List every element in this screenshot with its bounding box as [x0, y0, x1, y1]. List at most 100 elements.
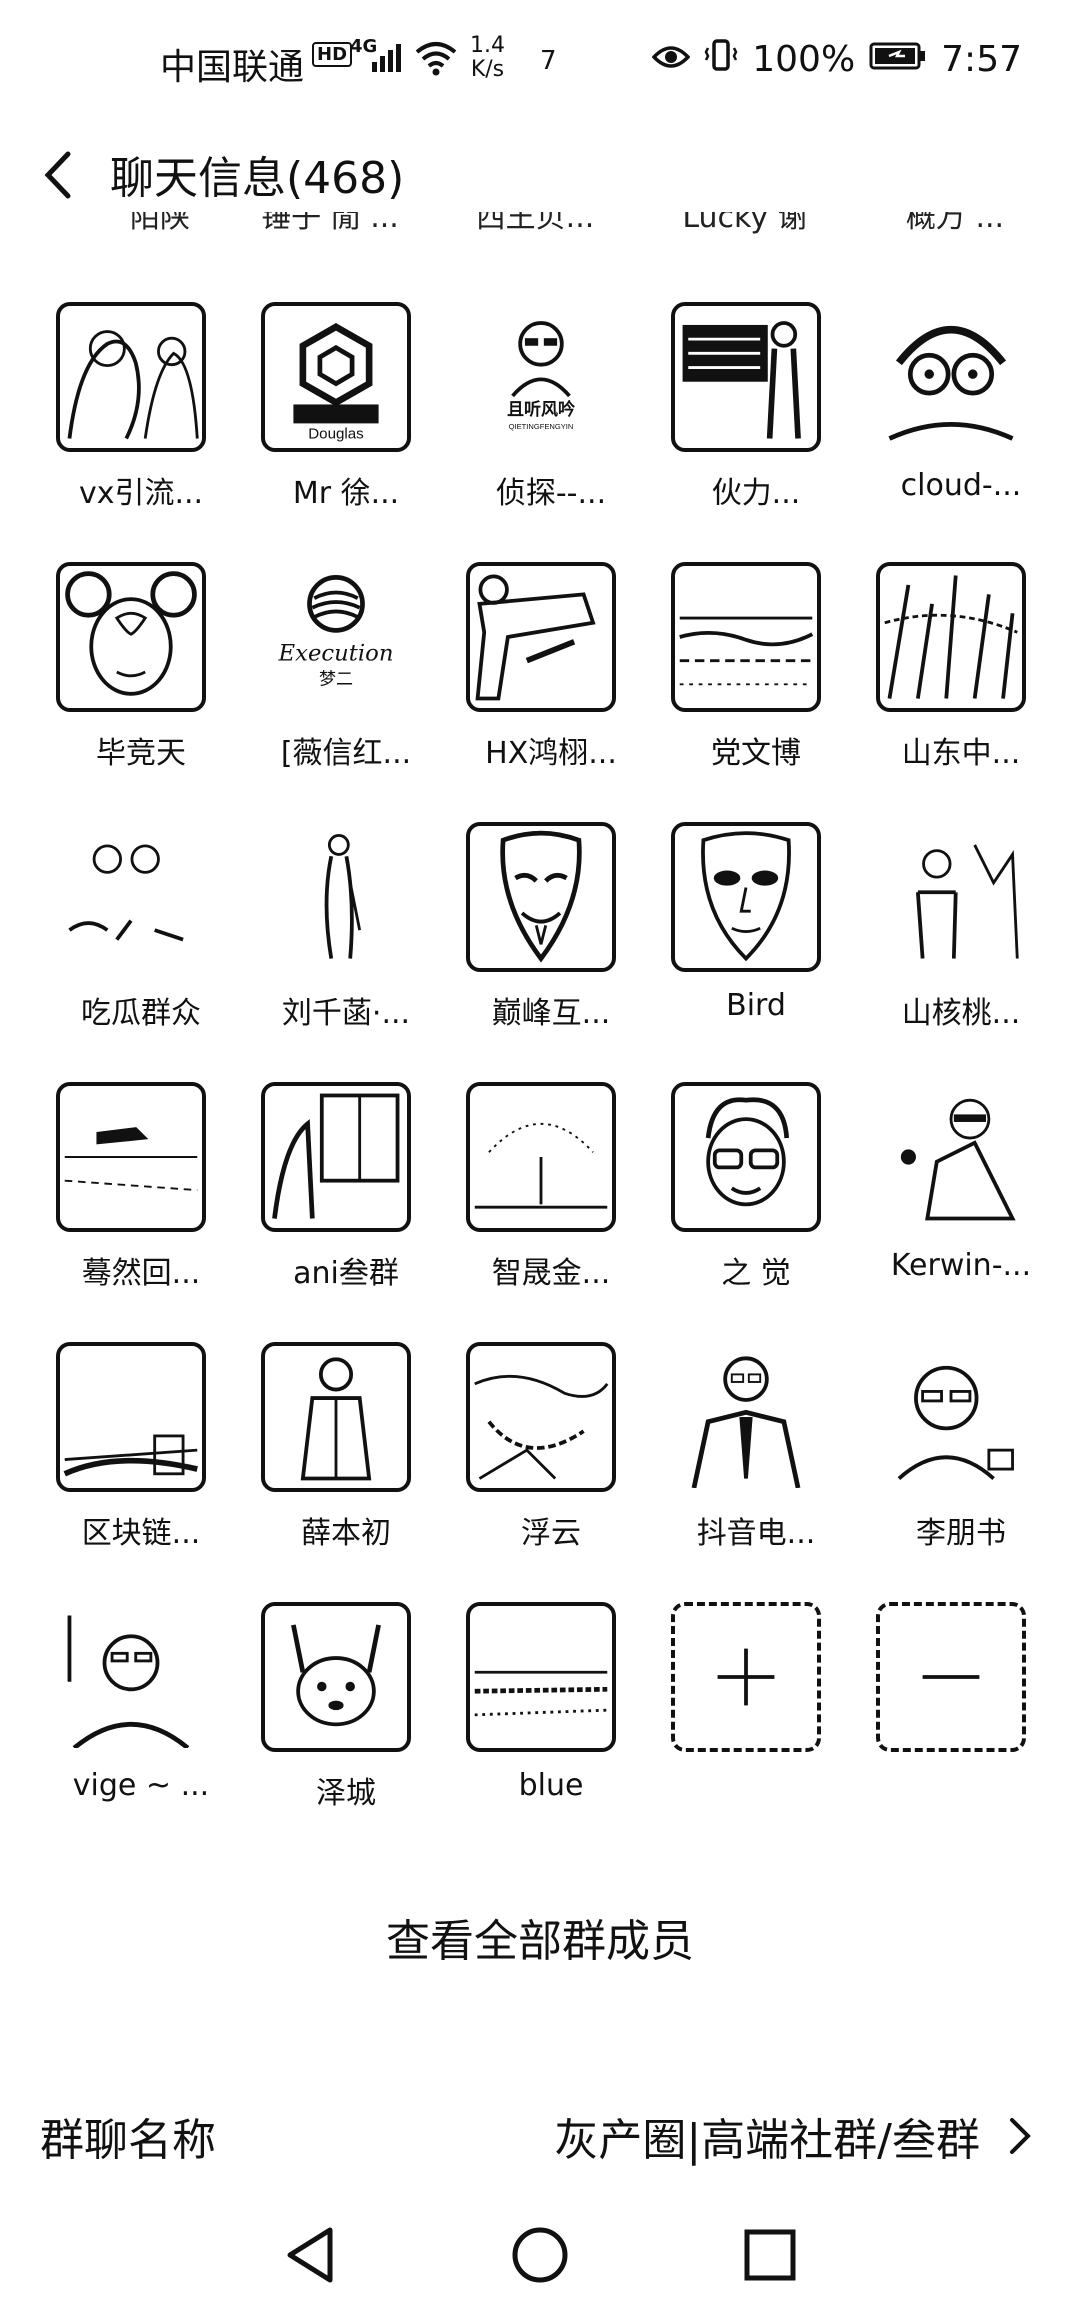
- member-name: 智晟金...: [491, 1256, 611, 1291]
- avatar-sub-text: QIETINGFENGYIN: [509, 422, 574, 431]
- group-name-value: 灰产圈|高端社群/叁群: [554, 2115, 980, 2166]
- member-name: 党文博: [711, 736, 801, 771]
- system-nav-bar: [0, 2200, 1080, 2310]
- member-name: 刘千菡·...: [281, 996, 411, 1031]
- woman-avatar[interactable]: [261, 822, 411, 972]
- member-name: 区块链...: [81, 1516, 201, 1551]
- member-cell[interactable]: 且听风吟 QIETINGFENGYIN 侦探--...: [450, 302, 620, 522]
- member-name: HX鸿栩...: [485, 736, 617, 771]
- member-name: 巅峰互...: [491, 996, 611, 1031]
- member-cell[interactable]: Bird: [655, 822, 825, 1042]
- member-cell[interactable]: 区块链...: [40, 1342, 210, 1562]
- cartoon-boy-avatar[interactable]: [671, 1082, 821, 1232]
- selfie-avatar[interactable]: [56, 1602, 206, 1752]
- avatar-sub-text: Douglas: [308, 426, 364, 443]
- member-name: 浮云: [521, 1516, 581, 1551]
- gun-avatar[interactable]: [466, 562, 616, 712]
- member-cell[interactable]: 吃瓜群众: [40, 822, 210, 1042]
- member-cell[interactable]: 伙力...: [655, 302, 825, 522]
- view-all-members-link[interactable]: 查看全部群成员: [0, 1905, 1080, 1969]
- home-circle-icon[interactable]: [505, 2220, 575, 2290]
- remove-member-icon[interactable]: [876, 1602, 1026, 1752]
- partial-row: 陌陕 锤子 閒 ... 西王贝... Lucky 谢 概万 ...: [0, 212, 1080, 252]
- member-cell[interactable]: 薛本初: [245, 1342, 415, 1562]
- member-name: 薛本初: [301, 1516, 391, 1551]
- member-cell[interactable]: 巅峰互...: [450, 822, 620, 1042]
- member-cell[interactable]: 浮云: [450, 1342, 620, 1562]
- partial-member-name[interactable]: Lucky 谢: [645, 212, 845, 236]
- back-triangle-icon[interactable]: [275, 2220, 345, 2290]
- avatar-sub-text: Execution: [278, 641, 394, 667]
- cartoon-man-avatar[interactable]: 且听风吟 QIETINGFENGYIN: [466, 302, 616, 452]
- member-name: 泽城: [316, 1776, 376, 1811]
- sunglasses-man-avatar[interactable]: [876, 1082, 1026, 1232]
- member-cell[interactable]: 毕竞天: [40, 562, 210, 782]
- sea-avatar[interactable]: [466, 1602, 616, 1752]
- face-mask-avatar[interactable]: [671, 822, 821, 972]
- member-cell[interactable]: cloud-...: [860, 302, 1030, 522]
- member-name: 侦探--...: [495, 476, 607, 511]
- partial-member-name[interactable]: 锤子 閒 ...: [230, 212, 430, 236]
- member-cell[interactable]: blue: [450, 1602, 620, 1822]
- child-avatar[interactable]: [56, 562, 206, 712]
- avatar-sub-text: 且听风吟: [507, 399, 575, 420]
- man-outdoor-avatar[interactable]: [876, 822, 1026, 972]
- member-cell[interactable]: 抖音电...: [655, 1342, 825, 1562]
- mask-avatar[interactable]: [466, 822, 616, 972]
- portrait-man-avatar[interactable]: [876, 1342, 1026, 1492]
- window-avatar[interactable]: [261, 1082, 411, 1232]
- member-cell[interactable]: 泽城: [245, 1602, 415, 1822]
- member-cell[interactable]: 刘千菡·...: [245, 822, 415, 1042]
- recents-square-icon[interactable]: [735, 2220, 805, 2290]
- member-grid: 陌陕 锤子 閒 ... 西王贝... Lucky 谢 概万 ... vx引流..…: [0, 0, 1080, 1850]
- tree-avatar[interactable]: [466, 1082, 616, 1232]
- member-cell[interactable]: 党文博: [655, 562, 825, 782]
- member-cell[interactable]: ani叁群: [245, 1082, 415, 1302]
- member-name: vige ~ ...: [72, 1768, 210, 1803]
- member-cell[interactable]: 山东中...: [860, 562, 1030, 782]
- member-name: blue: [518, 1768, 584, 1803]
- member-cell[interactable]: 智晟金...: [450, 1082, 620, 1302]
- member-cell[interactable]: Douglas Mr 徐...: [245, 302, 415, 522]
- room-avatar[interactable]: [56, 1342, 206, 1492]
- dog-avatar[interactable]: [261, 1602, 411, 1752]
- member-cell[interactable]: HX鸿栩...: [450, 562, 620, 782]
- add-member-button[interactable]: [655, 1602, 825, 1822]
- member-name: 蓦然回...: [81, 1256, 201, 1291]
- member-name: 山东中...: [901, 736, 1021, 771]
- member-name: 山核桃...: [901, 996, 1021, 1031]
- member-name: Bird: [726, 988, 786, 1023]
- member-cell[interactable]: 之 觉: [655, 1082, 825, 1302]
- member-name: Kerwin-...: [890, 1248, 1032, 1283]
- member-cell[interactable]: 蓦然回...: [40, 1082, 210, 1302]
- landscape-avatar[interactable]: [671, 562, 821, 712]
- car-photo-avatar[interactable]: [56, 1082, 206, 1232]
- couple-photo-avatar[interactable]: [56, 822, 206, 972]
- partial-member-name[interactable]: 西王贝...: [435, 212, 635, 236]
- member-cell[interactable]: 山核桃...: [860, 822, 1030, 1042]
- photo-people-avatar[interactable]: [56, 302, 206, 452]
- cloud-sky-avatar[interactable]: [466, 1342, 616, 1492]
- forest-avatar[interactable]: [876, 562, 1026, 712]
- partial-member-name[interactable]: 概万 ...: [855, 212, 1055, 236]
- member-cell[interactable]: Kerwin-...: [860, 1082, 1031, 1302]
- member-cell[interactable]: vx引流...: [40, 302, 210, 522]
- douglas-logo-avatar[interactable]: Douglas: [261, 302, 411, 452]
- group-name-label: 群聊名称: [40, 2115, 216, 2166]
- remove-member-button[interactable]: [860, 1602, 1030, 1822]
- execution-logo-avatar[interactable]: Execution 梦二: [261, 562, 411, 712]
- glasses-cartoon-avatar[interactable]: [876, 302, 1026, 452]
- member-name: 伙力...: [711, 476, 801, 511]
- member-name: Mr 徐...: [292, 476, 400, 511]
- standing-man-avatar[interactable]: [261, 1342, 411, 1492]
- suit-man-avatar[interactable]: [671, 1342, 821, 1492]
- avatar-sub-text: 梦二: [319, 669, 353, 689]
- group-name-row[interactable]: 群聊名称 灰产圈|高端社群/叁群: [0, 2090, 1080, 2180]
- member-cell[interactable]: 李朋书: [860, 1342, 1030, 1562]
- classroom-avatar[interactable]: [671, 302, 821, 452]
- member-cell[interactable]: Execution 梦二 [薇信红...: [245, 562, 415, 782]
- add-member-icon[interactable]: [671, 1602, 821, 1752]
- member-cell[interactable]: vige ~ ...: [40, 1602, 210, 1822]
- member-name: 吃瓜群众: [81, 996, 201, 1031]
- chevron-right-icon: [1010, 2118, 1031, 2154]
